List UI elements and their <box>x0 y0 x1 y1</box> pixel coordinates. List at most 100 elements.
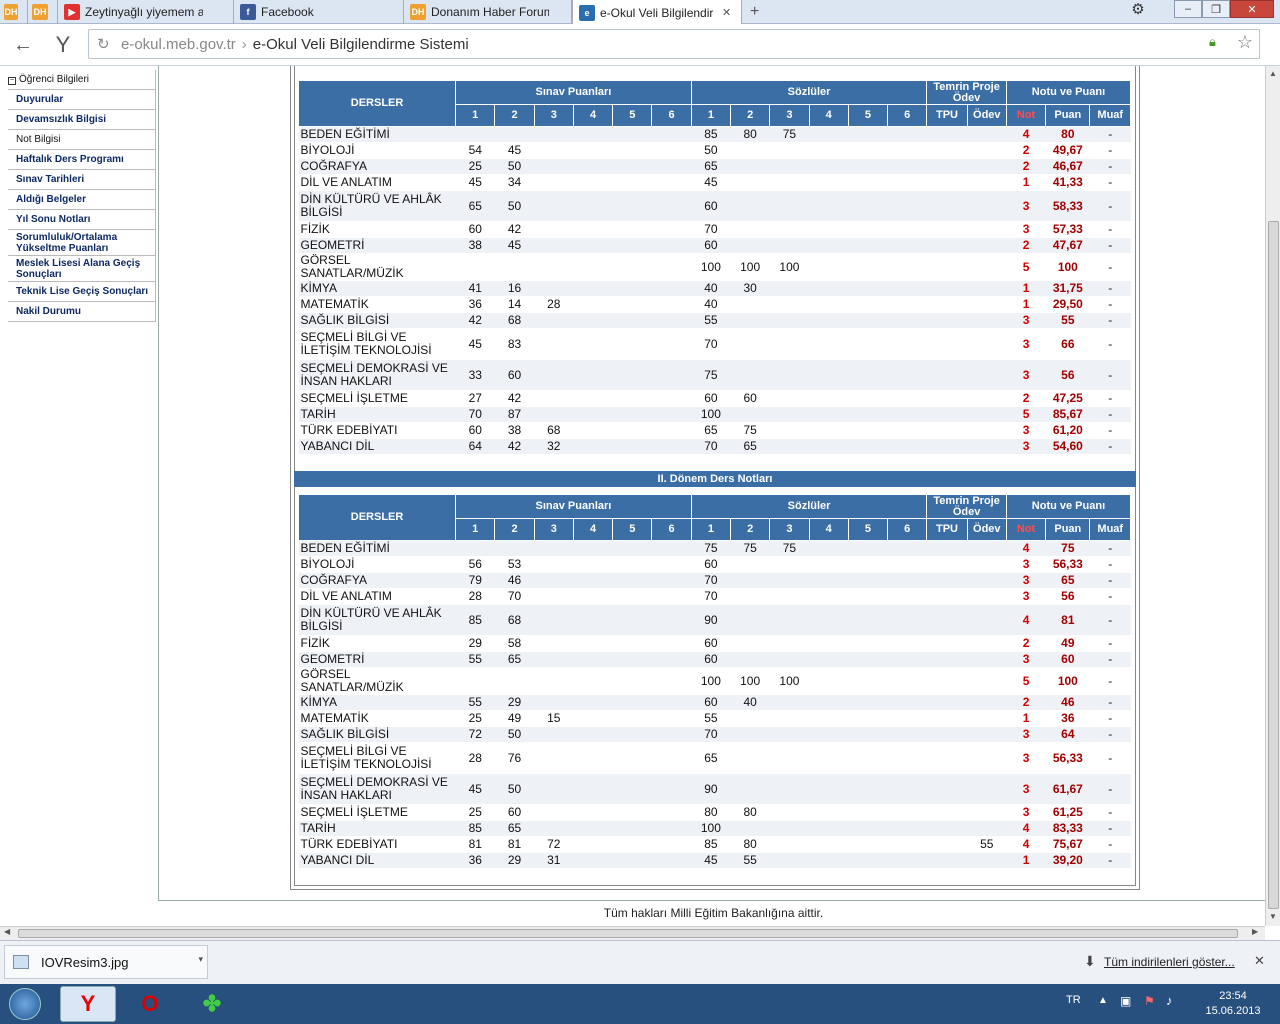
oral-score <box>730 556 770 573</box>
bookmark-star-icon[interactable]: ☆ <box>1237 32 1253 53</box>
grade-puan: 47,25 <box>1045 390 1090 407</box>
tab-eokul[interactable]: e e-Okul Veli Bilgilendir ✕ <box>572 0 742 25</box>
oral-score <box>769 742 810 774</box>
lesson-name: SEÇMELİ BİLGİ VE İLETİŞİM TEKNOLOJİSİ <box>298 328 456 360</box>
table-row: SEÇMELİ İŞLETME 27 42 60 60 2 47,25- <box>298 390 1131 407</box>
oral-score: 100 <box>769 253 810 281</box>
tray-expand-icon[interactable]: ▲ <box>1098 995 1108 1006</box>
grade-puan: 49,67 <box>1045 142 1090 159</box>
tab-donanim-haber[interactable]: DH Donanım Haber Forum <box>404 0 572 24</box>
download-item[interactable]: IOVResim3.jpg ▾ <box>4 945 208 979</box>
sidebar-item-belgeler[interactable]: Aldığı Belgeler <box>8 190 156 210</box>
language-indicator[interactable]: TR <box>1066 994 1081 1006</box>
horizontal-scroll-thumb[interactable] <box>18 929 1238 938</box>
tab-youtube[interactable]: ▶ Zeytinyağlı yiyemem a <box>58 0 234 24</box>
exam-score: 50 <box>494 726 535 743</box>
oral-score <box>769 651 810 668</box>
odev-score <box>967 726 1007 743</box>
scroll-up-icon[interactable]: ▲ <box>1269 69 1277 78</box>
volume-icon[interactable]: ♪ <box>1166 993 1173 1008</box>
clover-taskbar-icon[interactable]: ✤ <box>184 986 240 1022</box>
reload-icon[interactable]: ↻ <box>97 35 110 53</box>
scroll-down-icon[interactable]: ▼ <box>1269 912 1277 921</box>
header-sozluler: Sözlüler <box>690 494 928 519</box>
oral-score <box>887 572 927 589</box>
header-odev: Ödev <box>966 104 1007 127</box>
yandex-browser-taskbar-icon[interactable]: Y <box>60 986 116 1022</box>
sidebar-item-sorumluluk[interactable]: Sorumluluk/Ortalama Yükseltme Puanları <box>8 230 156 256</box>
header-muaf: Muaf <box>1089 104 1131 127</box>
close-window-button[interactable]: ✕ <box>1230 0 1274 18</box>
oral-score <box>809 694 849 711</box>
vertical-scrollbar[interactable]: ▲ ▼ <box>1265 66 1280 926</box>
lock-icon[interactable]: 🔒︎ <box>1209 34 1225 52</box>
minimize-button[interactable]: – <box>1174 0 1202 18</box>
grade-puan: 56 <box>1045 359 1090 391</box>
exam-score: 60 <box>494 804 535 821</box>
sidebar-item-nakil[interactable]: Nakil Durumu <box>8 302 156 322</box>
close-tab-icon[interactable]: ✕ <box>722 6 731 19</box>
back-arrow-icon[interactable]: ← <box>10 32 36 58</box>
dh-logo-icon: DH <box>410 4 426 20</box>
sidebar-item-devamsizlik[interactable]: Devamsızlık Bilgisi <box>8 110 156 130</box>
scroll-left-icon[interactable]: ◀ <box>4 927 10 936</box>
header-dersler: DERSLER <box>297 80 457 127</box>
odev-score <box>967 773 1007 805</box>
opera-taskbar-icon[interactable]: O <box>122 986 178 1022</box>
yandex-logo-icon[interactable]: Y <box>50 32 76 58</box>
oral-score <box>769 804 810 821</box>
scroll-right-icon[interactable]: ▶ <box>1252 927 1258 936</box>
grade-puan: 80 <box>1045 126 1090 143</box>
vertical-scroll-thumb[interactable] <box>1268 221 1279 909</box>
network-icon[interactable]: ▣ <box>1120 994 1131 1008</box>
exam-score: 25 <box>455 710 495 727</box>
lesson-name: GEOMETRİ <box>298 651 456 668</box>
header-sozlu-col: 6 <box>887 104 928 127</box>
tab-facebook[interactable]: f Facebook <box>234 0 404 24</box>
sidebar-item-not-bilgisi[interactable]: Not Bilgisi <box>8 130 156 150</box>
tab-dh-1[interactable]: DH <box>0 0 28 24</box>
oral-score: 75 <box>730 422 770 439</box>
action-center-icon[interactable]: ⚑ <box>1144 994 1155 1008</box>
oral-score <box>848 651 888 668</box>
start-button[interactable] <box>0 986 50 1022</box>
header-sozlu-col: 4 <box>808 518 849 541</box>
oral-score <box>809 635 849 652</box>
close-download-bar-icon[interactable]: ✕ <box>1254 953 1265 969</box>
header-sinav-col: 6 <box>651 518 692 541</box>
oral-score: 75 <box>769 540 810 557</box>
address-bar[interactable]: ↻ e-okul.meb.gov.tr › e-Okul Veli Bilgil… <box>88 29 1260 59</box>
tab-dh-2[interactable]: DH <box>28 0 58 24</box>
sidebar-item-duyurular[interactable]: Duyurular <box>8 90 156 110</box>
oral-score <box>809 312 849 329</box>
oral-score: 75 <box>691 540 731 557</box>
sidebar-item-sinav-tarihleri[interactable]: Sınav Tarihleri <box>8 170 156 190</box>
exam-score <box>612 556 652 573</box>
sidebar-item-yil-sonu[interactable]: Yıl Sonu Notları <box>8 210 156 230</box>
taskbar-clock[interactable]: 23:54 15.06.2013 <box>1196 989 1270 1019</box>
horizontal-scrollbar[interactable]: ◀ ▶ <box>0 926 1265 940</box>
show-all-downloads-link[interactable]: Tüm indirilenleri göster... <box>1104 955 1235 969</box>
lesson-name: BEDEN EĞİTİMİ <box>298 540 456 557</box>
oral-score <box>809 710 849 727</box>
expand-toggle-icon[interactable]: − <box>8 77 16 85</box>
oral-score <box>809 158 849 175</box>
grade-puan: 61,67 <box>1045 773 1090 805</box>
exam-score: 45 <box>455 174 495 191</box>
oral-score <box>730 651 770 668</box>
sidebar-header[interactable]: − Öğrenci Bilgileri <box>8 70 156 90</box>
oral-score <box>887 438 927 455</box>
maximize-button[interactable]: ❐ <box>1202 0 1230 18</box>
new-tab-button[interactable]: + <box>744 0 772 24</box>
exam-score <box>651 773 692 805</box>
sidebar-item-meslek-lisesi[interactable]: Meslek Lisesi Alana Geçiş Sonuçları <box>8 256 156 282</box>
settings-gear-icon[interactable]: ⚙ <box>1124 0 1152 18</box>
exam-score <box>651 174 692 191</box>
chevron-down-icon[interactable]: ▾ <box>198 954 203 965</box>
header-sinav-puanlari: Sınav Puanları <box>455 494 692 519</box>
oral-score: 45 <box>691 174 731 191</box>
sidebar-item-ders-programi[interactable]: Haftalık Ders Programı <box>8 150 156 170</box>
sidebar-item-teknik-lise[interactable]: Teknik Lise Geçiş Sonuçları <box>8 282 156 302</box>
oral-score <box>887 296 927 313</box>
oral-score: 50 <box>691 142 731 159</box>
